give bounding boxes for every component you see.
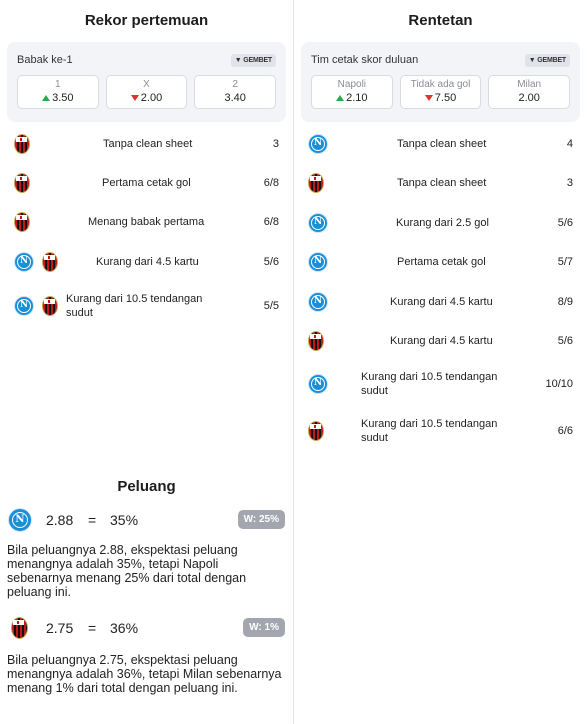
napoli-logo-icon: N: [308, 213, 328, 233]
arrow-up-icon: [336, 95, 345, 101]
streaks-title: Rentetan: [408, 12, 473, 29]
arrow-down-icon: [424, 95, 433, 101]
odds-market-label: Babak ke-1: [17, 54, 73, 66]
probability-row-napoli: N 2.88 = 35% W: 25%: [0, 508, 293, 532]
napoli-logo-icon: N: [308, 292, 328, 312]
stat-row: Tanpa clean sheet 3: [294, 171, 587, 195]
odd-option-no-goal[interactable]: Tidak ada gol 7.50: [399, 75, 482, 109]
probability-row-milan: 2.75 = 36% W: 1%: [0, 616, 293, 640]
arrow-down-icon: [130, 95, 139, 101]
streaks-column: Rentetan Tim cetak skor duluan ▼ GEMBET …: [294, 0, 587, 444]
stat-row: N Tanpa clean sheet 4: [294, 132, 587, 156]
stat-row: Kurang dari 10.5 tendangan sudut 6/6: [294, 415, 587, 447]
win-rate-badge: W: 1%: [243, 618, 285, 637]
stat-row: Menang babak pertama 6/8: [0, 210, 293, 234]
stat-row: N Kurang dari 10.5 tendangan sudut 10/10: [294, 368, 587, 400]
stat-row: N Kurang dari 10.5 tendangan sudut 5/5: [0, 290, 293, 322]
head-to-head-title: Rekor pertemuan: [84, 12, 209, 29]
milan-logo-icon: [308, 421, 324, 441]
stat-row: Pertama cetak gol 6/8: [0, 171, 293, 195]
milan-logo-icon: [308, 331, 324, 351]
win-rate-badge: W: 25%: [237, 510, 285, 529]
odd-option-home[interactable]: 1 3.50: [17, 75, 99, 109]
stat-row: Kurang dari 4.5 kartu 5/6: [294, 329, 587, 353]
bookmaker-logo[interactable]: ▼ GEMBET: [524, 53, 570, 67]
match-stats-page: Rekor pertemuan Babak ke-1 ▼ GEMBET 1 3.…: [0, 0, 587, 724]
odd-option-away[interactable]: 2 3.40: [194, 75, 277, 109]
napoli-logo-icon: N: [308, 252, 328, 272]
odds-card-first-half: Babak ke-1 ▼ GEMBET 1 3.50 X 2.00 2 3.40: [7, 42, 286, 122]
odds-market-label: Tim cetak skor duluan: [311, 54, 419, 66]
milan-logo-icon: [11, 617, 28, 639]
probability-title: Peluang: [117, 478, 176, 495]
milan-logo-icon: [14, 212, 30, 232]
milan-logo-icon: [14, 173, 30, 193]
milan-logo-icon: [14, 134, 30, 154]
napoli-logo-icon: N: [308, 374, 328, 394]
napoli-logo-icon: N: [14, 252, 34, 272]
bookmaker-logo[interactable]: ▼ GEMBET: [230, 53, 276, 67]
odds-card-first-scorer: Tim cetak skor duluan ▼ GEMBET Napoli 2.…: [301, 42, 580, 122]
odd-option-draw[interactable]: X 2.00: [105, 75, 188, 109]
napoli-logo-icon: N: [8, 508, 32, 532]
head-to-head-column: Rekor pertemuan Babak ke-1 ▼ GEMBET 1 3.…: [0, 0, 293, 695]
napoli-logo-icon: N: [14, 296, 34, 316]
stat-row: N Kurang dari 4.5 kartu 8/9: [294, 290, 587, 314]
arrow-up-icon: [42, 95, 51, 101]
stat-row: N Kurang dari 2.5 gol 5/6: [294, 211, 587, 235]
odd-option-napoli[interactable]: Napoli 2.10: [311, 75, 393, 109]
stat-row: Tanpa clean sheet 3: [0, 132, 293, 156]
stat-row: N Pertama cetak gol 5/7: [294, 250, 587, 274]
napoli-logo-icon: N: [308, 134, 328, 154]
milan-logo-icon: [42, 296, 58, 316]
odd-option-milan[interactable]: Milan 2.00: [488, 75, 571, 109]
probability-description: Bila peluangnya 2.88, ekspektasi peluang…: [7, 543, 247, 599]
milan-logo-icon: [308, 173, 324, 193]
milan-logo-icon: [42, 252, 58, 272]
stat-row: N Kurang dari 4.5 kartu 5/6: [0, 250, 293, 274]
probability-description: Bila peluangnya 2.75, ekspektasi peluang…: [7, 653, 282, 695]
